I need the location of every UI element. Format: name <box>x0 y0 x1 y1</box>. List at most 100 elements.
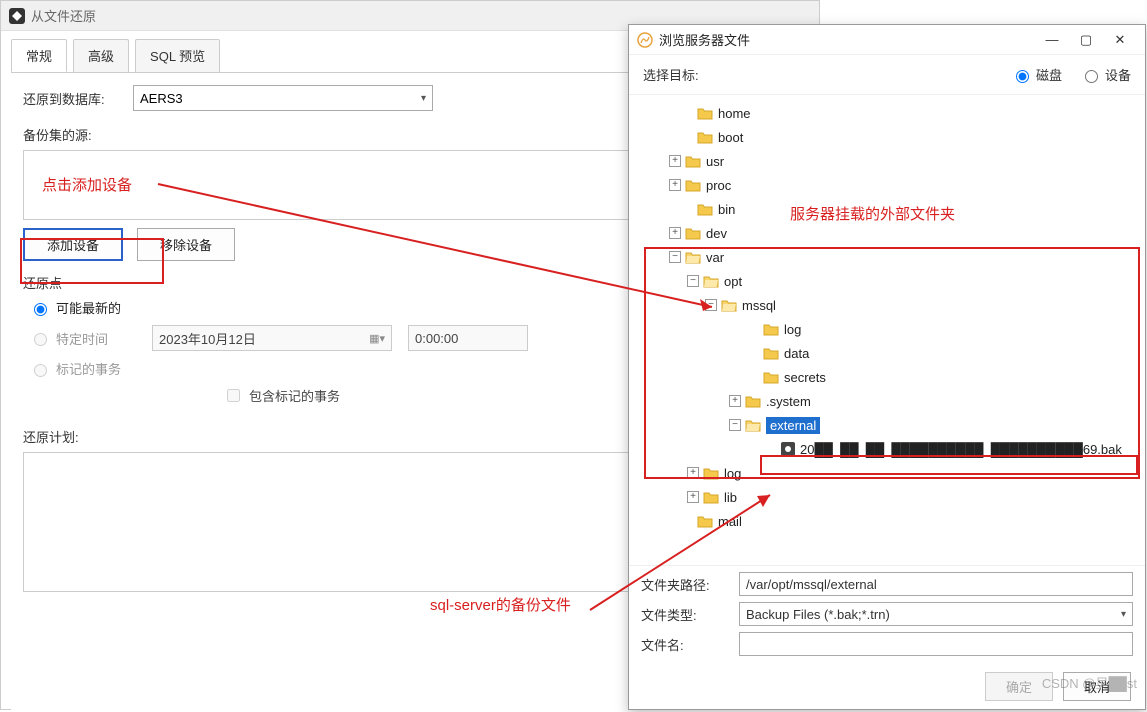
tree-node-opt[interactable]: − opt <box>633 269 1141 293</box>
tree-node-proc[interactable]: + proc <box>633 173 1141 197</box>
select-target-label: 选择目标: <box>643 65 699 84</box>
window-controls: — ▢ ✕ <box>1035 26 1137 54</box>
radio-disk-option[interactable]: 磁盘 <box>1011 65 1062 84</box>
tree-node-external[interactable]: − external <box>633 413 1141 437</box>
app-icon <box>9 8 25 24</box>
tree-label: home <box>718 106 751 121</box>
tree-label: secrets <box>784 370 826 385</box>
tree-node-lib[interactable]: +lib <box>633 485 1141 509</box>
radio-latest-label: 可能最新的 <box>56 298 121 317</box>
folder-path-input[interactable]: /var/opt/mssql/external <box>739 572 1133 596</box>
folder-open-icon <box>745 418 761 432</box>
file-icon <box>781 442 795 456</box>
include-marked-txn-label: 包含标记的事务 <box>249 386 340 405</box>
radio-specific-time[interactable] <box>34 333 47 346</box>
expand-icon[interactable]: + <box>729 395 741 407</box>
folder-tree[interactable]: home boot +usr +proc bin +dev −var −opt … <box>629 95 1145 565</box>
browse-server-files-dialog: 浏览服务器文件 — ▢ ✕ 选择目标: 磁盘 设备 home boot + usr… <box>628 24 1146 710</box>
tree-label: boot <box>718 130 743 145</box>
browse-bottom-form: 文件夹路径: /var/opt/mssql/external 文件类型: Bac… <box>629 565 1145 666</box>
expand-icon[interactable]: + <box>669 155 681 167</box>
folder-icon <box>763 370 779 384</box>
select-target-row: 选择目标: 磁盘 设备 <box>629 55 1145 95</box>
folder-icon <box>703 490 719 504</box>
tree-node-varlog[interactable]: + log <box>633 461 1141 485</box>
tree-label: log <box>784 322 801 337</box>
tree-label: .system <box>766 394 811 409</box>
radio-specific-time-label: 特定时间 <box>56 329 146 348</box>
tree-label: usr <box>706 154 724 169</box>
radio-device-label: 设备 <box>1105 65 1131 84</box>
tree-node-usr[interactable]: + usr <box>633 149 1141 173</box>
tree-node-boot[interactable]: boot <box>633 125 1141 149</box>
file-type-select[interactable]: Backup Files (*.bak;*.trn) ▾ <box>739 602 1133 626</box>
add-device-button[interactable]: 添加设备 <box>23 228 123 261</box>
tree-label: log <box>724 466 741 481</box>
chevron-down-icon: ▾ <box>1121 609 1126 620</box>
file-type-label: 文件类型: <box>641 605 731 624</box>
expand-icon[interactable]: + <box>669 179 681 191</box>
tree-node-log[interactable]: log <box>633 317 1141 341</box>
file-name-input[interactable] <box>739 632 1133 656</box>
tree-label: proc <box>706 178 731 193</box>
tree-label: 20██_██_██_██████████_██████████69.bak <box>800 442 1122 457</box>
browse-titlebar: 浏览服务器文件 — ▢ ✕ <box>629 25 1145 55</box>
calendar-icon: ▦▾ <box>369 332 385 345</box>
browse-title: 浏览服务器文件 <box>659 30 750 49</box>
close-button[interactable]: ✕ <box>1103 26 1137 54</box>
maximize-button[interactable]: ▢ <box>1069 26 1103 54</box>
tree-node-home[interactable]: home <box>633 101 1141 125</box>
folder-icon <box>685 154 701 168</box>
tree-label: dev <box>706 226 727 241</box>
tree-node-bakfile[interactable]: 20██_██_██_██████████_██████████69.bak <box>633 437 1141 461</box>
folder-open-icon <box>685 250 701 264</box>
tree-node-bin[interactable]: bin <box>633 197 1141 221</box>
folder-icon <box>697 130 713 144</box>
restore-to-db-value: AERS3 <box>140 91 183 106</box>
collapse-icon[interactable]: − <box>705 299 717 311</box>
folder-icon <box>685 226 701 240</box>
tree-label: opt <box>724 274 742 289</box>
tree-node-system[interactable]: + .system <box>633 389 1141 413</box>
restore-to-db-select[interactable]: AERS3 ▾ <box>133 85 433 111</box>
tree-node-secrets[interactable]: secrets <box>633 365 1141 389</box>
tab-general[interactable]: 常规 <box>11 39 67 72</box>
minimize-button[interactable]: — <box>1035 26 1069 54</box>
expand-icon[interactable]: + <box>669 227 681 239</box>
tree-label: data <box>784 346 809 361</box>
date-input[interactable]: 2023年10月12日 ▦▾ <box>152 325 392 351</box>
collapse-icon[interactable]: − <box>687 275 699 287</box>
tree-node-dev[interactable]: + dev <box>633 221 1141 245</box>
folder-icon <box>763 346 779 360</box>
tree-label: bin <box>718 202 735 217</box>
tree-node-data[interactable]: data <box>633 341 1141 365</box>
expand-icon[interactable]: + <box>687 491 699 503</box>
remove-device-button[interactable]: 移除设备 <box>137 228 235 261</box>
tree-node-var[interactable]: − var <box>633 245 1141 269</box>
folder-icon <box>697 106 713 120</box>
tree-label: external <box>766 417 820 434</box>
tree-label: var <box>706 250 724 265</box>
collapse-icon[interactable]: − <box>729 419 741 431</box>
radio-device[interactable] <box>1085 70 1098 83</box>
dialog-button-row: 确定 取消 <box>629 666 1145 711</box>
include-marked-txn-checkbox[interactable] <box>227 389 240 402</box>
tree-label: mssql <box>742 298 776 313</box>
ok-button[interactable]: 确定 <box>985 672 1053 701</box>
collapse-icon[interactable]: − <box>669 251 681 263</box>
tab-advanced[interactable]: 高级 <box>73 39 129 72</box>
expand-icon[interactable]: + <box>687 467 699 479</box>
tree-node-mssql[interactable]: − mssql <box>633 293 1141 317</box>
radio-disk-label: 磁盘 <box>1036 65 1062 84</box>
cancel-button[interactable]: 取消 <box>1063 672 1131 701</box>
radio-latest[interactable] <box>34 303 47 316</box>
radio-marked-txn[interactable] <box>34 364 47 377</box>
radio-device-option[interactable]: 设备 <box>1080 65 1131 84</box>
time-input[interactable]: 0:00:00 <box>408 325 528 351</box>
radio-disk[interactable] <box>1016 70 1029 83</box>
file-name-label: 文件名: <box>641 635 731 654</box>
file-type-value: Backup Files (*.bak;*.trn) <box>746 607 890 622</box>
dialog-icon <box>637 32 653 48</box>
tree-node-mail[interactable]: mail <box>633 509 1141 533</box>
tab-sql-preview[interactable]: SQL 预览 <box>135 39 220 72</box>
